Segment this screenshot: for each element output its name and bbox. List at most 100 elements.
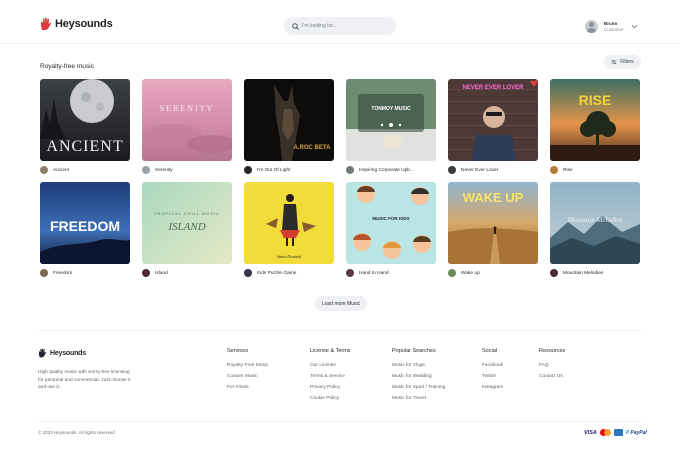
track-card[interactable]: ANCIENT Ancient <box>40 79 130 175</box>
footer-link[interactable]: Cookie Policy <box>310 393 351 404</box>
footer-column-social: Social Facebook Twitter Instagram <box>482 348 503 393</box>
artist-avatar[interactable] <box>448 269 456 277</box>
amex-icon <box>613 429 623 436</box>
cover-subtitle: TROPICAL CHILL MUSIC <box>154 211 220 216</box>
cover-title: Mountain Melodies <box>567 216 623 224</box>
footer-link[interactable]: Contact Us <box>539 371 565 382</box>
track-title[interactable]: Wake up <box>461 271 480 276</box>
artist-avatar[interactable] <box>142 269 150 277</box>
cover-title: MUSIC FOR KIDS <box>372 216 409 221</box>
track-card[interactable]: TONMOY MUSIC Inspiring Corporate Upb... <box>346 79 436 175</box>
artist-avatar[interactable] <box>142 166 150 174</box>
track-card[interactable]: Mountain Melodies Mountain Melodies <box>550 182 640 278</box>
footer-link[interactable]: Music for Vlogs <box>392 360 445 371</box>
artist-avatar[interactable] <box>244 166 252 174</box>
avatar[interactable] <box>585 20 598 33</box>
track-card[interactable]: SERENITY Serenity <box>142 79 232 175</box>
track-card[interactable]: NEVER EVER LOVER Never Ever Lover <box>448 79 538 175</box>
copyright: © 2023 Heysounds. All rights reserved. <box>38 430 116 435</box>
cover-image[interactable]: A.ROC BETA <box>244 79 334 161</box>
column-heading: Popular Searches <box>392 348 436 354</box>
artist-avatar[interactable] <box>346 166 354 174</box>
cover-image[interactable]: Mountain Melodies <box>550 182 640 264</box>
footer-link[interactable]: Terms & Service <box>310 371 351 382</box>
user-menu[interactable]: Bruno Customer <box>585 20 638 33</box>
cover-image[interactable]: ANCIENT <box>40 79 130 161</box>
paypal-icon: P PayPal <box>626 430 647 436</box>
artist-avatar[interactable] <box>550 269 558 277</box>
track-title[interactable]: Freedom <box>53 271 72 276</box>
footer-link[interactable]: Privacy Policy <box>310 382 351 393</box>
footer-link[interactable]: Custom Music <box>227 371 268 382</box>
hand-logo-icon <box>40 17 52 31</box>
artist-avatar[interactable] <box>244 269 252 277</box>
cover-image[interactable]: Annie Deminal <box>244 182 334 264</box>
footer-link[interactable]: Royalty-Free Music <box>227 360 268 371</box>
track-title[interactable]: Kids Puzzle Game <box>257 271 296 276</box>
column-heading: Services <box>227 348 249 354</box>
track-title[interactable]: Mountain Melodies <box>563 271 603 276</box>
footer-link[interactable]: FAQ <box>539 360 565 371</box>
artist-avatar[interactable] <box>346 269 354 277</box>
brand-logo[interactable]: Heysounds <box>40 17 113 31</box>
load-more-button[interactable]: Load more Music <box>315 296 367 311</box>
cover-title: FREEDOM <box>50 218 120 234</box>
cover-image[interactable]: TONMOY MUSIC <box>346 79 436 161</box>
footer-link[interactable]: For Artists <box>227 382 268 393</box>
track-card[interactable]: FREEDOM Freedom <box>40 182 130 278</box>
user-info: Bruno Customer <box>604 21 624 33</box>
footer-link[interactable]: Instagram <box>482 382 503 393</box>
footer-link[interactable]: Facebook <box>482 360 503 371</box>
cover-image[interactable]: MUSIC FOR KIDS <box>346 182 436 264</box>
track-title[interactable]: Hand In Hand <box>359 271 389 276</box>
cover-image[interactable]: WAKE UP <box>448 182 538 264</box>
cover-title: NEVER EVER LOVER <box>462 85 524 91</box>
paypal-wordmark: PayPal <box>630 429 647 436</box>
track-title[interactable]: Never Ever Lover <box>461 168 498 173</box>
cover-title: RISE <box>579 92 612 108</box>
mastercard-icon <box>599 429 611 436</box>
footer-logo[interactable]: Heysounds <box>38 348 86 358</box>
column-heading: Social <box>482 348 497 354</box>
heart-icon[interactable] <box>530 80 538 87</box>
chevron-down-icon[interactable] <box>631 24 638 29</box>
artist-avatar[interactable] <box>448 166 456 174</box>
cover-image[interactable]: SERENITY <box>142 79 232 161</box>
column-heading: License & Terms <box>310 348 351 354</box>
track-title[interactable]: Island <box>155 271 168 276</box>
cover-title: SERENITY <box>160 104 215 113</box>
track-title[interactable]: Inspiring Corporate Upb... <box>359 168 414 173</box>
payment-methods: VISA P PayPal <box>584 429 647 436</box>
cover-image[interactable]: RISE <box>550 79 640 161</box>
footer-link[interactable]: Music for Travel <box>392 393 445 404</box>
footer-link[interactable]: Music for Sport / Training <box>392 382 445 393</box>
track-title[interactable]: Rise <box>563 168 573 173</box>
footer-column-license: License & Terms Our License Terms & Serv… <box>310 348 351 404</box>
cover-image[interactable]: NEVER EVER LOVER <box>448 79 538 161</box>
footer-link[interactable]: Music for Wedding <box>392 371 445 382</box>
section-title: Royalty-free music <box>40 63 94 70</box>
artist-avatar[interactable] <box>550 166 558 174</box>
search-bar[interactable] <box>284 17 396 35</box>
track-title[interactable]: I'm Out Of Light <box>257 168 290 173</box>
track-card[interactable]: RISE Rise <box>550 79 640 175</box>
track-card[interactable]: A.ROC BETA I'm Out Of Light <box>244 79 334 175</box>
track-title[interactable]: Serenity <box>155 168 173 173</box>
filters-button[interactable]: Filters <box>604 55 641 69</box>
cover-image[interactable]: TROPICAL CHILL MUSIC ISLAND <box>142 182 232 264</box>
track-card[interactable]: Annie Deminal Kids Puzzle Game <box>244 182 334 278</box>
filters-label: Filters <box>620 59 634 65</box>
track-title[interactable]: Ancient <box>53 168 69 173</box>
footer-link[interactable]: Twitter <box>482 371 503 382</box>
artist-avatar[interactable] <box>40 269 48 277</box>
artist-avatar[interactable] <box>40 166 48 174</box>
track-card[interactable]: WAKE UP Wake up <box>448 182 538 278</box>
search-input[interactable] <box>302 23 392 29</box>
footer-link[interactable]: Our License <box>310 360 351 371</box>
track-card[interactable]: TROPICAL CHILL MUSIC ISLAND Island <box>142 182 232 278</box>
cover-image[interactable]: FREEDOM <box>40 182 130 264</box>
brand-name: Heysounds <box>55 18 113 30</box>
cover-title: WAKE UP <box>463 190 524 205</box>
column-heading: Resources <box>539 348 566 354</box>
track-card[interactable]: MUSIC FOR KIDS Hand In Hand <box>346 182 436 278</box>
